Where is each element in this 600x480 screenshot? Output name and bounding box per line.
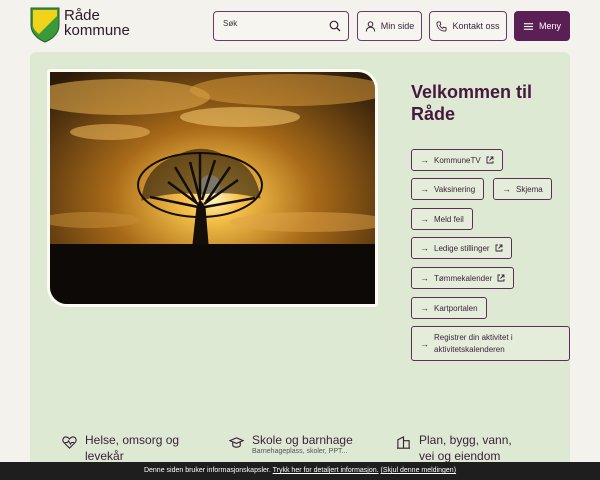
link-meld-feil[interactable]: → Meld feil	[411, 208, 473, 230]
category-label: Skole og barnhage	[252, 433, 353, 447]
external-link-icon	[497, 274, 505, 282]
phone-icon	[436, 20, 448, 32]
search-box[interactable]	[213, 11, 349, 41]
logo-wordmark[interactable]: Råde kommune	[64, 8, 130, 38]
link-kommunetv[interactable]: → KommuneTV	[411, 149, 503, 171]
category-skole[interactable]: Skole og barnhage Barnehageplass, skoler…	[229, 432, 362, 455]
menu-button[interactable]: Meny	[514, 11, 570, 41]
site-header: Råde kommune Min side Kontakt oss Meny	[0, 0, 600, 52]
logo-line-1: Råde	[64, 7, 100, 24]
category-label: Helse, omsorg og levekår	[85, 433, 180, 463]
user-icon	[365, 20, 375, 32]
graduation-cap-icon	[229, 437, 244, 448]
category-plan-bygg[interactable]: Plan, bygg, vann, vei og eiendom	[396, 432, 529, 464]
building-icon	[396, 435, 411, 449]
link-label: KommuneTV	[434, 155, 481, 165]
link-vaksinering[interactable]: → Vaksinering	[411, 178, 485, 200]
kontakt-oss-label: Kontakt oss	[452, 21, 500, 31]
arrow-right-icon: →	[420, 184, 429, 194]
link-label: Tømmekalender	[434, 273, 493, 283]
arrow-right-icon: →	[420, 273, 429, 283]
hero-image-sunset-tree	[47, 69, 378, 307]
main-panel: Velkommen til Råde → KommuneTV → Vaksine…	[30, 52, 570, 480]
search-icon[interactable]	[329, 20, 341, 32]
link-ledige-stillinger[interactable]: → Ledige stillinger	[411, 237, 512, 259]
rade-coat-of-arms-logo[interactable]	[30, 7, 60, 43]
category-label: Plan, bygg, vann, vei og eiendom	[419, 433, 512, 463]
link-tommekalender[interactable]: → Tømmekalender	[411, 267, 515, 289]
cookie-text: Denne siden bruker informasjonskapsler.	[143, 467, 271, 474]
kontakt-oss-button[interactable]: Kontakt oss	[429, 11, 507, 41]
link-label: Skjema	[516, 184, 543, 194]
arrow-right-icon: →	[420, 243, 429, 253]
external-link-icon	[486, 156, 494, 164]
link-registrer-aktivitet[interactable]: → Registrer din aktivitet i aktivitetska…	[411, 326, 570, 361]
hamburger-icon	[523, 22, 534, 30]
cookie-dismiss-link[interactable]: (Skjul denne meldingen)	[381, 467, 457, 474]
min-side-button[interactable]: Min side	[357, 11, 422, 41]
cookie-banner: Denne siden bruker informasjonskapsler. …	[0, 462, 600, 480]
heart-pulse-icon	[62, 436, 77, 449]
min-side-label: Min side	[380, 21, 415, 31]
category-helse[interactable]: Helse, omsorg og levekår	[62, 432, 195, 464]
link-label: Registrer din aktivitet i aktivitetskale…	[434, 332, 513, 354]
link-kartportalen[interactable]: → Kartportalen	[411, 297, 487, 319]
menu-label: Meny	[538, 21, 561, 31]
logo-line-2: kommune	[64, 22, 130, 39]
arrow-right-icon: →	[420, 214, 429, 224]
arrow-right-icon: →	[420, 155, 429, 165]
sunset-tree-illustration	[50, 72, 375, 304]
link-label: Kartportalen	[434, 303, 478, 313]
link-label: Ledige stillinger	[434, 243, 490, 253]
arrow-right-icon: →	[420, 338, 429, 349]
external-link-icon	[495, 244, 503, 252]
link-skjema[interactable]: → Skjema	[493, 178, 552, 200]
search-input[interactable]	[223, 19, 323, 28]
link-label: Meld feil	[434, 214, 464, 224]
category-sub: Barnehageplass, skoler, PPT...	[252, 448, 348, 455]
arrow-right-icon: →	[420, 303, 429, 313]
link-label: Vaksinering	[434, 184, 476, 194]
arrow-right-icon: →	[502, 184, 511, 194]
cookie-info-link[interactable]: Trykk her for detaljert informasjon.	[273, 467, 379, 474]
welcome-heading: Velkommen til Råde	[411, 82, 533, 124]
